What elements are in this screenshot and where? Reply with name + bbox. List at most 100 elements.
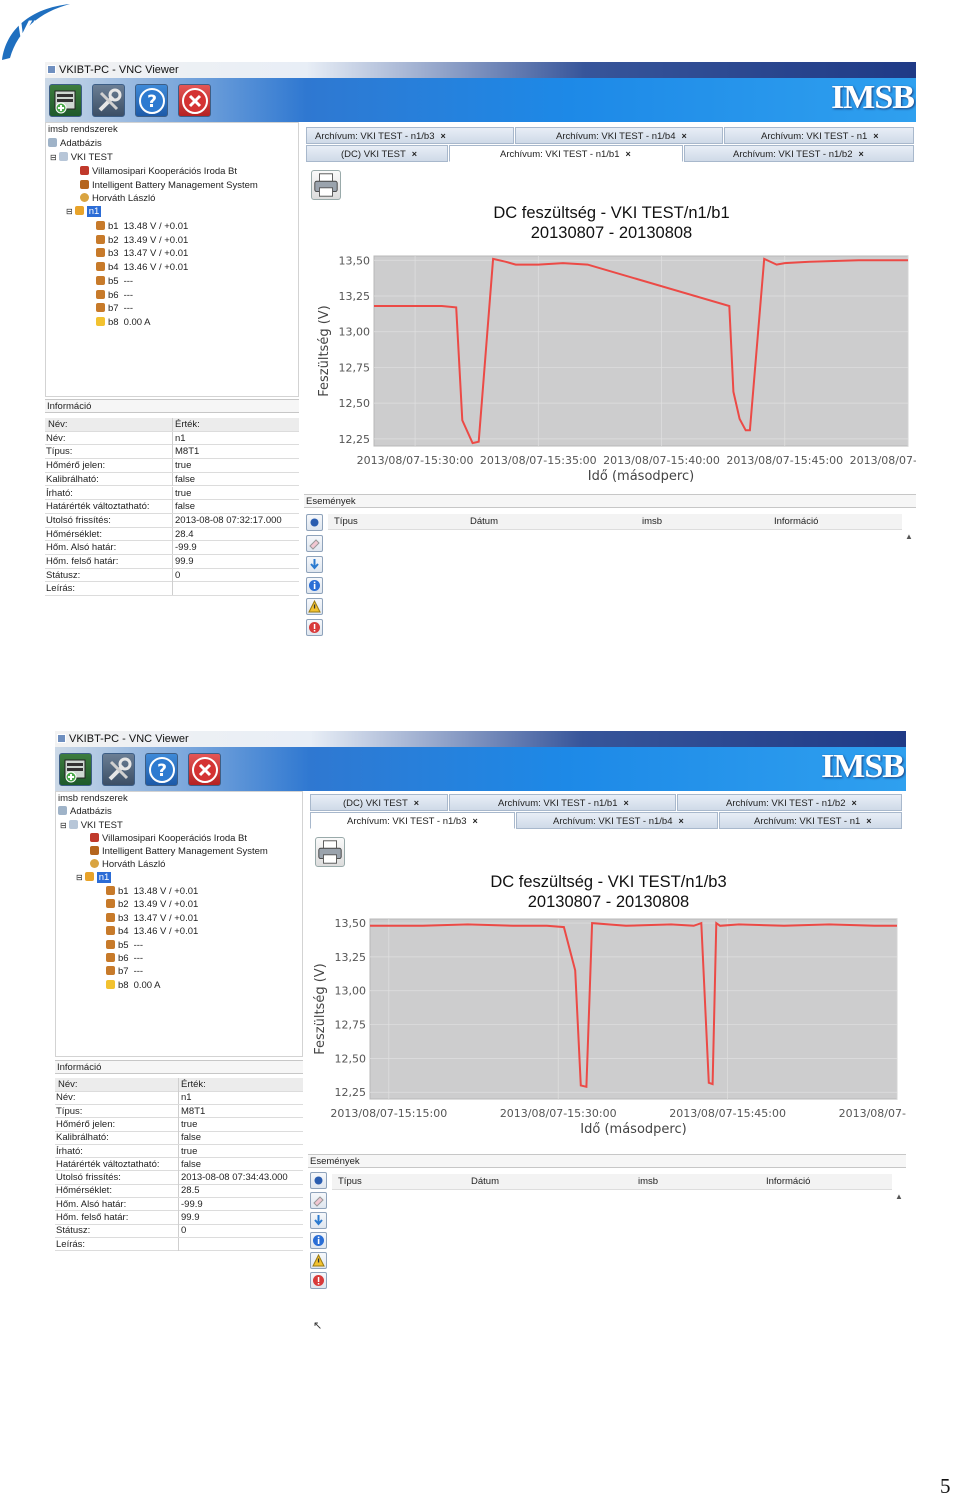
event-filter-info[interactable] — [306, 577, 323, 594]
tree-item-cell-b5[interactable]: b5 --- — [106, 939, 143, 952]
scroll-up-icon[interactable]: ▲ — [895, 1192, 903, 1201]
scroll-up-icon[interactable]: ▲ — [905, 532, 913, 541]
tab-archive-b3[interactable]: Archívum: VKI TEST - n1/b3 × — [310, 812, 515, 829]
close-tab-icon[interactable]: × — [866, 816, 871, 826]
print-button[interactable] — [315, 837, 345, 867]
col-type[interactable]: Típus — [338, 1174, 362, 1190]
tab-archive-b4[interactable]: Archívum: VKI TEST - n1/b4 × — [516, 812, 718, 829]
tree-item-cell-b6[interactable]: b6 --- — [96, 289, 133, 302]
close-tab-icon[interactable]: × — [859, 149, 864, 159]
event-filter-down[interactable] — [306, 556, 323, 573]
tree-item-db[interactable]: Adatbázis — [48, 138, 102, 150]
cell-id: b4 — [118, 926, 129, 938]
tree-item-cell-b4[interactable]: b4 13.46 V / +0.01 — [106, 926, 198, 938]
col-info[interactable]: Információ — [766, 1174, 810, 1190]
tree-item-cell-b8[interactable]: b8 0.00 A — [96, 316, 151, 329]
tab-archive-b1[interactable]: Archívum: VKI TEST - n1/b1 × — [449, 145, 683, 162]
col-imsb[interactable]: imsb — [638, 1174, 658, 1190]
close-tab-icon[interactable]: × — [441, 131, 446, 141]
tree-item-system[interactable]: Intelligent Battery Management System — [80, 180, 258, 192]
tree-item-site[interactable]: ⊟ VKI TEST — [60, 820, 123, 832]
exit-button[interactable] — [188, 753, 221, 786]
event-filter-error[interactable] — [306, 619, 323, 636]
tree-item-cell-b2[interactable]: b2 13.49 V / +0.01 — [106, 899, 198, 911]
close-tab-icon[interactable]: × — [414, 798, 419, 808]
tab-archive-b2[interactable]: Archívum: VKI TEST - n1/b2 × — [677, 794, 902, 811]
close-tab-icon[interactable]: × — [473, 816, 478, 826]
tree-item-cell-b6[interactable]: b6 --- — [106, 953, 143, 965]
cell-value: --- — [123, 303, 134, 315]
help-button[interactable]: ? — [145, 753, 178, 786]
event-clear-button[interactable] — [306, 535, 323, 552]
close-tab-icon[interactable]: × — [682, 131, 687, 141]
tab-archive-b4[interactable]: Archívum: VKI TEST - n1/b4 × — [515, 127, 723, 144]
col-type[interactable]: Típus — [334, 514, 358, 530]
window-titlebar[interactable]: VKIBT-PC - VNC Viewer — [55, 731, 906, 747]
tree-item-cell-b2[interactable]: b2 13.49 V / +0.01 — [96, 234, 188, 247]
tab-archive-n1[interactable]: Archívum: VKI TEST - n1 × — [719, 812, 902, 829]
event-filter-all[interactable] — [306, 514, 323, 531]
tree-item-cell-b7[interactable]: b7 --- — [96, 303, 133, 315]
tree-item-node[interactable]: ⊟ n1 — [66, 206, 102, 218]
col-info[interactable]: Információ — [774, 514, 818, 530]
tools-button[interactable] — [102, 753, 135, 786]
info-key: Név: — [55, 1091, 179, 1105]
event-clear-button[interactable] — [310, 1192, 327, 1209]
col-date[interactable]: Dátum — [471, 1174, 499, 1190]
print-button[interactable] — [311, 170, 341, 200]
info-value: M8T1 — [181, 1105, 206, 1117]
tree-item-cell-b1[interactable]: b1 13.48 V / +0.01 — [106, 886, 198, 898]
event-filter-warning[interactable] — [306, 598, 323, 615]
tree-item-person[interactable]: Horváth László — [80, 193, 155, 205]
tree-item-person[interactable]: Horváth László — [90, 859, 165, 871]
info-key: Típus: — [55, 1104, 179, 1118]
tree-item-cell-b8[interactable]: b8 0.00 A — [106, 979, 161, 992]
info-header: Információ — [45, 399, 299, 413]
add-panel-button[interactable] — [49, 84, 82, 117]
battery-icon — [106, 926, 115, 936]
tree-item-cell-b4[interactable]: b4 13.46 V / +0.01 — [96, 262, 188, 274]
tree-item-node[interactable]: ⊟ n1 — [76, 872, 112, 884]
event-filter-info[interactable] — [310, 1232, 327, 1249]
close-tab-icon[interactable]: × — [626, 149, 631, 159]
help-button[interactable]: ? — [135, 84, 168, 117]
add-panel-button[interactable] — [59, 753, 92, 786]
tab-archive-b3[interactable]: Archívum: VKI TEST - n1/b3 × — [306, 127, 514, 144]
tree-item-cell-b3[interactable]: b3 13.47 V / +0.01 — [96, 248, 188, 260]
close-tab-icon[interactable]: × — [412, 149, 417, 159]
info-value: false — [175, 473, 196, 485]
info-key: Leírás: — [55, 1237, 179, 1251]
tab-dc-vki-test[interactable]: (DC) VKI TEST × — [310, 794, 448, 811]
tree-item-db[interactable]: Adatbázis — [58, 806, 112, 818]
event-filter-error[interactable] — [310, 1272, 327, 1289]
col-date[interactable]: Dátum — [470, 514, 498, 530]
battery-icon — [96, 303, 105, 313]
window-titlebar[interactable]: VKIBT-PC - VNC Viewer — [45, 62, 916, 78]
close-tab-icon[interactable]: × — [852, 798, 857, 808]
event-filter-all[interactable] — [310, 1172, 327, 1189]
tree-item-cell-b5[interactable]: b5 --- — [96, 275, 133, 288]
tab-dc-vki-test[interactable]: (DC) VKI TEST × — [306, 145, 448, 162]
tree-item-cell-b3[interactable]: b3 13.47 V / +0.01 — [106, 912, 198, 925]
events-table-header: Típus Dátum imsb Információ — [332, 1174, 892, 1190]
tree-item-company[interactable]: Villamosipari Kooperációs Iroda Bt — [90, 833, 247, 845]
event-filter-warning[interactable] — [310, 1252, 327, 1269]
tab-archive-n1[interactable]: Archívum: VKI TEST - n1 × — [724, 127, 914, 144]
close-tab-icon[interactable]: × — [873, 131, 878, 141]
close-tab-icon[interactable]: × — [679, 816, 684, 826]
tools-button[interactable] — [92, 84, 125, 117]
event-filter-down[interactable] — [310, 1212, 327, 1229]
tree-item-company[interactable]: Villamosipari Kooperációs Iroda Bt — [80, 166, 237, 178]
screenshot-1: VKIBT-PC - VNC Viewer ? IMSB imsb rendsz… — [45, 62, 916, 679]
tree-item-cell-b1[interactable]: b1 13.48 V / +0.01 — [96, 221, 188, 233]
exit-button[interactable] — [178, 84, 211, 117]
col-imsb[interactable]: imsb — [642, 514, 662, 530]
tree-item-cell-b7[interactable]: b7 --- — [106, 966, 143, 978]
close-tab-icon[interactable]: × — [624, 798, 629, 808]
tree-item-system[interactable]: Intelligent Battery Management System — [90, 846, 268, 858]
tree-item-site[interactable]: ⊟ VKI TEST — [50, 152, 113, 164]
tab-archive-b1[interactable]: Archívum: VKI TEST - n1/b1 × — [449, 794, 676, 811]
tree-root[interactable]: imsb rendszerek — [58, 793, 128, 805]
tree-root[interactable]: imsb rendszerek — [48, 124, 118, 136]
tab-archive-b2[interactable]: Archívum: VKI TEST - n1/b2 × — [684, 145, 914, 162]
